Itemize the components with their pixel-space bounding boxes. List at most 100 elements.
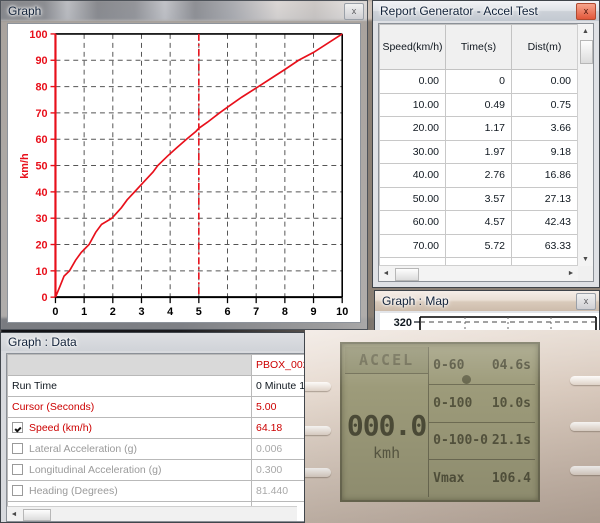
report-window-titlebar[interactable]: Report Generator - Accel Test x [373,1,599,21]
channel-name-cell[interactable]: Speed (km/h) [7,417,252,439]
svg-text:60: 60 [35,134,47,146]
lcd-sensor-dot [462,375,471,384]
lcd-readout-value: 04.6s [491,357,531,373]
cell-speed: 50.00 [379,186,446,211]
report-vertical-scrollbar[interactable]: ▲ ▼ [577,24,593,266]
svg-text:80: 80 [35,82,47,94]
table-row[interactable]: 60.00 4.57 42.43 [379,210,578,235]
report-generator-window[interactable]: Report Generator - Accel Test x Speed(km… [372,0,600,288]
channel-checkbox[interactable] [12,422,23,433]
channel-name-cell[interactable]: Cursor (Seconds) [7,396,252,418]
table-row[interactable]: 70.00 5.72 63.33 [379,233,578,258]
accel-test-table: Speed(km/h) Time(s) Dist(m) 0.00 0 0.00 10.… [379,24,578,266]
cell-speed: 70.00 [379,233,446,258]
svg-text:10: 10 [336,306,348,318]
lcd-readout-row: 0-100 10.0s [429,385,535,423]
channel-value: 81.440 [251,480,304,502]
header-blank-cell [7,354,252,376]
cell-speed: 30.00 [379,139,446,164]
report-vscroll-thumb[interactable] [580,40,593,64]
cell-dist: 42.43 [511,210,578,235]
device-button-left-2 [305,426,331,435]
data-window-title: Graph : Data [8,335,77,349]
channel-name-cell[interactable]: Run Time [7,375,252,397]
data-header-row: PBOX_002.DBN [7,354,304,376]
graph-window-titlebar[interactable]: Graph x [1,1,367,21]
svg-text:8: 8 [282,306,288,318]
report-hscroll-thumb[interactable] [395,268,419,281]
channel-label: Lateral Acceleration (g) [29,443,137,455]
table-row[interactable]: 40.00 2.76 16.86 [379,163,578,188]
cell-time: 1.97 [445,139,512,164]
resize-grip[interactable] [578,266,593,281]
svg-text:20: 20 [35,239,47,251]
report-grid[interactable]: Speed(km/h) Time(s) Dist(m) 0.00 0 0.00 10.… [379,24,578,266]
scroll-up-icon[interactable]: ▲ [578,24,593,38]
table-row[interactable]: 20.00 1.17 3.66 [379,116,578,141]
close-glyph: x [583,296,589,306]
lcd-readout-value: 10.0s [491,395,531,411]
data-window-titlebar[interactable]: Graph : Data [1,333,304,351]
lcd-readout-row: Vmax 106.4 [429,460,535,497]
lcd-speed-value: 000.0 [346,409,427,442]
column-header-speed[interactable]: Speed(km/h) [379,24,446,70]
list-item[interactable]: Heading (Degrees) 81.440 [7,480,304,502]
report-horizontal-scrollbar[interactable]: ◄ ► [379,265,578,281]
lcd-readout-row: 0-100-0 21.1s [429,423,535,461]
channel-checkbox[interactable] [12,485,23,496]
cell-time: 5.72 [445,233,512,258]
channel-label: Speed (km/h) [29,422,93,434]
lcd-readout-key: Vmax [433,471,465,487]
scroll-left-icon[interactable]: ◄ [379,266,393,281]
channel-checkbox[interactable] [12,443,23,454]
graph-data-window[interactable]: Graph : Data PBOX_002.DBN Run Time 0 Minut… [0,332,305,523]
table-row[interactable]: 10.00 0.49 0.75 [379,92,578,117]
lcd-left-pane: ACCEL 000.0 kmh [345,347,429,497]
list-item[interactable]: Longitudinal Acceleration (g) 0.300 [7,459,304,481]
data-horizontal-scrollbar[interactable]: ◄ [7,506,297,521]
cell-time: 4.57 [445,210,512,235]
report-window-close-icon[interactable]: x [576,3,596,20]
cell-speed: 10.00 [379,92,446,117]
graph-window[interactable]: Graph x 100 90 80 70 60 50 40 30 20 10 0… [0,0,368,330]
channel-label: Run Time [12,380,57,392]
close-glyph: x [351,6,357,16]
scroll-left-icon[interactable]: ◄ [7,507,21,521]
channel-name-cell[interactable]: Longitudinal Acceleration (g) [7,459,252,481]
data-hscroll-thumb[interactable] [23,509,51,521]
svg-text:2: 2 [110,306,116,318]
table-row[interactable]: 30.00 1.97 9.18 [379,139,578,164]
svg-text:0: 0 [52,306,58,318]
graph-window-close-icon[interactable]: x [344,3,364,20]
table-row[interactable]: 0.00 0 0.00 [379,69,578,94]
map-window-titlebar[interactable]: Graph : Map x [375,291,599,311]
channel-label: Heading (Degrees) [29,485,118,497]
column-header-dist[interactable]: Dist(m) [511,24,578,70]
channel-name-cell[interactable]: Heading (Degrees) [7,480,252,502]
cell-speed: 0.00 [379,69,446,94]
svg-text:0: 0 [42,292,48,304]
scroll-right-icon[interactable]: ► [564,266,578,281]
channel-data-table: PBOX_002.DBNRun Time0 Minute 10.10Cursor… [7,354,304,521]
list-item[interactable]: Run Time 0 Minute 10.10 [7,375,304,397]
device-button-right-3 [570,466,600,475]
svg-text:5: 5 [196,306,202,318]
list-item[interactable]: Cursor (Seconds) 5.00 [7,396,304,418]
list-item[interactable]: Speed (km/h) 64.18 [7,417,304,439]
svg-text:70: 70 [35,108,47,120]
channel-checkbox[interactable] [12,464,23,475]
list-item[interactable]: Lateral Acceleration (g) 0.006 [7,438,304,460]
svg-text:30: 30 [35,213,47,225]
cell-speed: 20.00 [379,116,446,141]
channel-value: 64.18 [251,417,304,439]
channel-value: 0.300 [251,459,304,481]
table-header-row: Speed(km/h) Time(s) Dist(m) [379,24,578,70]
lcd-readout-key: 0-100-0 [433,433,488,449]
column-header-time[interactable]: Time(s) [445,24,512,70]
table-row[interactable]: 50.00 3.57 27.13 [379,186,578,211]
channel-name-cell[interactable]: Lateral Acceleration (g) [7,438,252,460]
channel-label: Longitudinal Acceleration (g) [29,464,162,476]
map-window-close-icon[interactable]: x [576,293,596,310]
scroll-down-icon[interactable]: ▼ [578,252,593,266]
data-table-container: PBOX_002.DBNRun Time0 Minute 10.10Cursor… [6,353,304,522]
